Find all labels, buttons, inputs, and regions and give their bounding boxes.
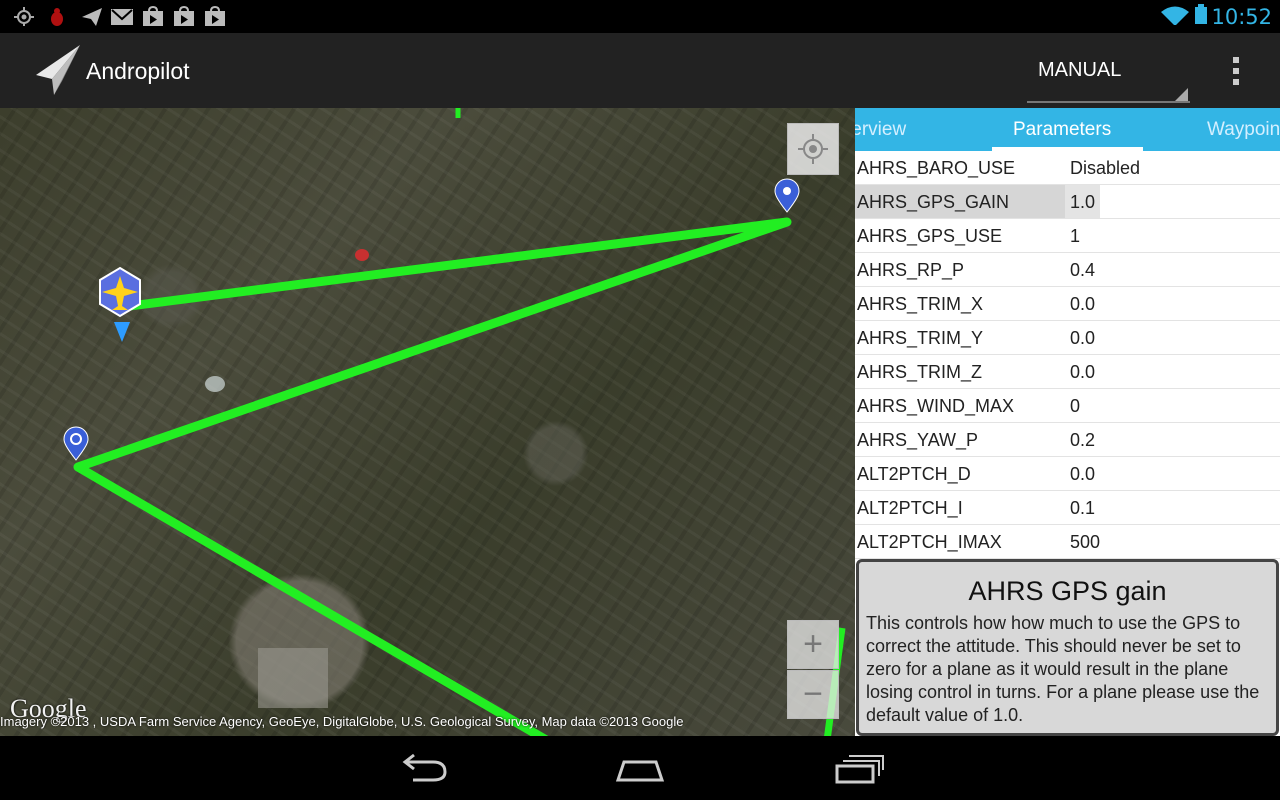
app-logo-icon[interactable] [32, 41, 84, 99]
home-icon[interactable] [610, 748, 670, 788]
parameter-value[interactable]: 0.1 [1070, 498, 1095, 519]
tab-overview[interactable]: Overview [855, 119, 906, 141]
spinner-triangle-icon [1175, 88, 1188, 101]
parameter-value[interactable]: 1 [1070, 226, 1080, 247]
my-location-button[interactable] [787, 123, 839, 175]
map-overlay [63, 108, 846, 736]
parameter-name: AHRS_YAW_P [857, 430, 979, 450]
flight-path [73, 108, 846, 736]
overflow-menu-button[interactable] [1224, 53, 1250, 89]
minus-icon: − [803, 675, 823, 713]
send-icon [82, 8, 102, 26]
home-marker-icon[interactable] [63, 426, 89, 461]
zoom-in-button[interactable]: + [787, 620, 839, 669]
zoom-out-button[interactable]: − [787, 670, 839, 719]
parameter-name: AHRS_TRIM_Y [857, 328, 984, 348]
parameter-row[interactable]: AHRS_BARO_USE Disabled [855, 151, 1280, 185]
satellite-map[interactable]: + − Google Imagery ©2013 , USDA Farm Ser… [0, 108, 855, 736]
play-store-icon [143, 6, 163, 26]
spinner-underline [1027, 101, 1190, 103]
status-bar: 10:52 [0, 0, 1280, 33]
play-store-icon [205, 6, 225, 26]
parameter-name: ALT2PTCH_IMAX [857, 532, 1002, 552]
overflow-dot-icon [1233, 68, 1239, 74]
navigation-bar [0, 736, 1280, 800]
parameter-name: AHRS_GPS_USE [857, 226, 1003, 246]
mode-label: MANUAL [1038, 59, 1122, 81]
parameter-value[interactable]: 0.0 [1070, 464, 1095, 485]
parameter-value[interactable]: Disabled [1070, 158, 1140, 179]
parameter-row[interactable]: ALT2PTCH_D 0.0 [855, 457, 1280, 491]
parameter-value[interactable]: 500 [1070, 532, 1100, 553]
parameter-value[interactable]: 0 [1070, 396, 1080, 417]
parameter-name: AHRS_TRIM_Z [857, 362, 983, 382]
parameter-name: AHRS_GPS_GAIN [857, 192, 1010, 212]
parameter-row[interactable]: AHRS_RP_P 0.4 [855, 253, 1280, 287]
parameter-value[interactable]: 0.0 [1070, 328, 1095, 349]
waypoint-marker-icon[interactable] [774, 178, 800, 213]
help-title: AHRS GPS gain [968, 576, 1167, 606]
parameter-row[interactable]: AHRS_GPS_USE 1 [855, 219, 1280, 253]
side-panel: Overview Parameters Waypoints AHRS_BARO_… [855, 108, 1280, 736]
wifi-icon [1161, 6, 1189, 25]
parameter-name: ALT2PTCH_D [857, 464, 971, 484]
parameter-name: ALT2PTCH_I [857, 498, 963, 518]
plus-icon: + [803, 625, 823, 663]
parameter-value[interactable]: 1.0 [1070, 192, 1095, 213]
app-title: Andropilot [86, 58, 190, 84]
parameter-name: AHRS_BARO_USE [857, 158, 1016, 178]
overflow-dot-icon [1233, 57, 1239, 63]
parameter-row[interactable]: AHRS_TRIM_Z 0.0 [855, 355, 1280, 389]
parameter-row-selected[interactable]: AHRS_GPS_GAIN 1.0 [855, 185, 1280, 219]
crosshair-icon [798, 134, 828, 164]
tab-strip: Overview Parameters Waypoints [855, 108, 1280, 151]
parameter-name: AHRS_RP_P [857, 260, 965, 280]
parameter-list[interactable]: AHRS_BARO_USE Disabled AHRS_GPS_GAIN 1.0… [855, 151, 1280, 559]
app-screen: 10:52 Andropilot MANUAL + − Google Image… [0, 0, 1280, 800]
action-bar: Andropilot MANUAL [0, 33, 1280, 108]
tab-waypoints[interactable]: Waypoints [1207, 119, 1280, 141]
help-text: This controls how how much to use the GP… [866, 613, 1260, 725]
bug-icon [51, 8, 63, 26]
parameter-help-box: AHRS GPS gain This controls how how much… [856, 559, 1279, 736]
battery-icon [1195, 4, 1207, 24]
clock: 10:52 [1211, 5, 1272, 29]
parameter-name: AHRS_TRIM_X [857, 294, 984, 314]
parameter-value[interactable]: 0.0 [1070, 294, 1095, 315]
recent-apps-icon[interactable] [827, 748, 887, 788]
parameter-value[interactable]: 0.0 [1070, 362, 1095, 383]
parameter-value[interactable]: 0.2 [1070, 430, 1095, 451]
parameter-row[interactable]: AHRS_TRIM_X 0.0 [855, 287, 1280, 321]
map-attribution: Imagery ©2013 , USDA Farm Service Agency… [0, 714, 684, 729]
parameter-row[interactable]: AHRS_YAW_P 0.2 [855, 423, 1280, 457]
parameter-row[interactable]: ALT2PTCH_I 0.1 [855, 491, 1280, 525]
overflow-dot-icon [1233, 79, 1239, 85]
parameter-name: AHRS_WIND_MAX [857, 396, 1015, 416]
play-store-icon [174, 6, 194, 26]
gmail-icon [111, 9, 133, 25]
parameter-value[interactable]: 0.4 [1070, 260, 1095, 281]
tab-parameters[interactable]: Parameters [1013, 119, 1111, 141]
gps-icon [14, 7, 34, 26]
parameter-row[interactable]: AHRS_WIND_MAX 0 [855, 389, 1280, 423]
mode-spinner[interactable]: MANUAL [1027, 45, 1190, 103]
parameter-row[interactable]: AHRS_TRIM_Y 0.0 [855, 321, 1280, 355]
parameter-row[interactable]: ALT2PTCH_IMAX 500 [855, 525, 1280, 559]
heading-arrow-icon [114, 322, 130, 342]
back-icon[interactable] [393, 748, 453, 788]
